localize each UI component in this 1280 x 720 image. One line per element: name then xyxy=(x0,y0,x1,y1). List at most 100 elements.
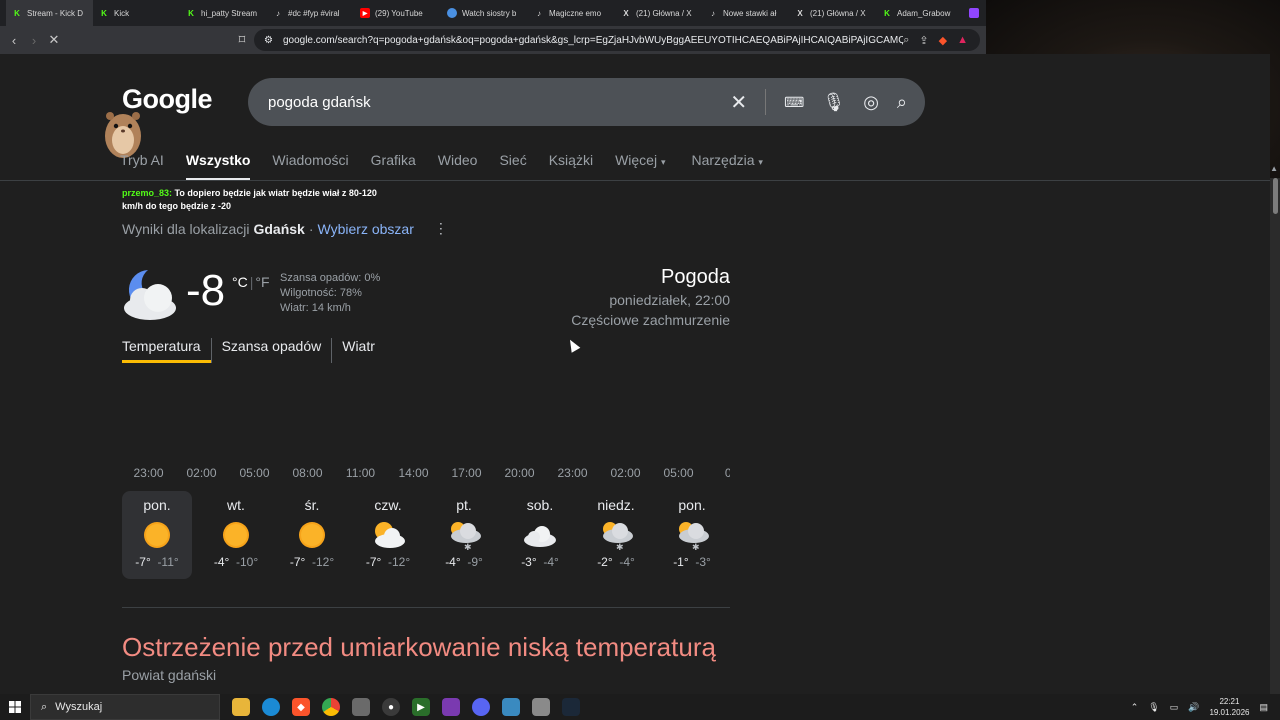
hour-label: 08:00 xyxy=(292,466,323,480)
browser-tab[interactable]: X (21) Główna / X xyxy=(789,0,876,26)
browser-tab[interactable]: Khi_patty Stream xyxy=(180,0,267,26)
chat-app-icon[interactable] xyxy=(442,698,460,716)
day-high: -2° xyxy=(597,555,613,569)
clock[interactable]: 22:21 19.01.2026 xyxy=(1209,696,1249,718)
app-icon[interactable] xyxy=(352,698,370,716)
tab-books[interactable]: Książki xyxy=(549,152,593,181)
day-forecast[interactable]: pon. -7° -11° xyxy=(122,491,192,579)
day-temps: -4° -9° xyxy=(445,555,483,569)
day-low: -12° xyxy=(311,555,335,569)
tab-wind[interactable]: Wiatr xyxy=(331,338,385,363)
tiktok-icon: ♪ xyxy=(276,8,280,18)
more-options-icon[interactable]: ⋮ xyxy=(434,220,448,237)
partly-cloudy-icon xyxy=(370,519,406,551)
browser-tab[interactable]: Watch siostry b xyxy=(441,0,528,26)
keyboard-icon[interactable]: ⌨ xyxy=(784,94,804,111)
steam-icon[interactable] xyxy=(562,698,580,716)
tab-all[interactable]: Wszystko xyxy=(185,152,251,181)
day-forecast[interactable]: pt. ✱ -4° -9° xyxy=(426,491,502,579)
browser-tab[interactable]: ♪ Magiczne emo xyxy=(528,0,615,26)
browser-tab-bar: K Stream - Kick D K Kick Khi_patty Stream … xyxy=(0,0,986,26)
weather-alert-title[interactable]: Ostrzeżenie przed umiarkowanie niską tem… xyxy=(122,632,716,663)
sun-icon xyxy=(139,519,175,551)
url-field[interactable]: ⚙ google.com/search?q=pogoda+gdańsk&oq=p… xyxy=(254,29,980,51)
tab-videos[interactable]: Wideo xyxy=(438,152,478,181)
unit-celsius[interactable]: °C xyxy=(232,274,248,290)
day-forecast[interactable]: śr. -7° -12° xyxy=(274,491,350,579)
browser-tab[interactable]: K Adam_Grabow xyxy=(876,0,963,26)
brave-shield-icon[interactable]: ◆ xyxy=(939,34,947,47)
tab-precipitation[interactable]: Szansa opadów xyxy=(210,338,332,363)
scroll-up-arrow-icon[interactable]: ▲ xyxy=(1270,164,1278,173)
day-temps: -7° -12° xyxy=(366,555,410,569)
day-forecast[interactable]: niedz. ✱ -2° -4° xyxy=(578,491,654,579)
wind-speed: Wiatr: 14 km/h xyxy=(280,302,351,314)
tab-images[interactable]: Grafika xyxy=(371,152,416,181)
brave-rewards-icon[interactable]: ▲ xyxy=(957,34,968,47)
hour-label: 11:00 xyxy=(345,466,376,480)
x-icon: X xyxy=(797,8,803,18)
file-explorer-icon[interactable] xyxy=(232,698,250,716)
chevron-up-icon[interactable]: ⌃ xyxy=(1131,702,1139,713)
forward-button[interactable]: › xyxy=(24,30,44,50)
day-high: -4° xyxy=(213,555,230,569)
stop-button[interactable]: ✕ xyxy=(44,30,64,50)
microphone-icon[interactable]: 🎙 xyxy=(822,92,845,113)
zoom-icon[interactable]: ⌕ xyxy=(903,34,909,47)
tab-temperature[interactable]: Temperatura xyxy=(122,338,211,363)
discord-icon[interactable] xyxy=(472,698,490,716)
shield-app-icon[interactable] xyxy=(532,698,550,716)
tab-more[interactable]: Więcej ▾ xyxy=(615,152,665,181)
network-icon[interactable]: ▭ xyxy=(1170,702,1179,713)
bookmark-icon[interactable]: ⌑ xyxy=(232,30,252,50)
day-forecast[interactable]: czw. -7° -12° xyxy=(350,491,426,579)
day-name: sob. xyxy=(526,497,554,513)
browser-tab[interactable]: ♪ Nowe stawki ał xyxy=(702,0,789,26)
page-scrollbar[interactable] xyxy=(1270,178,1280,694)
day-name: pt. xyxy=(456,497,472,513)
day-high: -1° xyxy=(673,555,689,569)
paint-icon[interactable] xyxy=(502,698,520,716)
browser-tab[interactable]: ♪ #dc #fyp #viral xyxy=(267,0,354,26)
taskbar-search[interactable]: ⌕ Wyszukaj xyxy=(30,694,220,720)
notifications-icon[interactable]: ▤ xyxy=(1259,702,1268,713)
browser-tab[interactable]: X (21) Główna / X xyxy=(615,0,702,26)
play-app-icon[interactable]: ▶ xyxy=(412,698,430,716)
volume-icon[interactable]: 🔊 xyxy=(1188,702,1199,713)
tab-web[interactable]: Sieć xyxy=(499,152,526,181)
search-divider xyxy=(765,89,767,115)
weather-header: Pogoda poniedziałek, 22:00 Częściowe zac… xyxy=(571,266,730,329)
search-icon[interactable]: ⌕ xyxy=(897,92,907,113)
microphone-icon[interactable]: 🎙 xyxy=(1148,702,1159,713)
unit-fahrenheit[interactable]: °F xyxy=(255,274,269,290)
chrome-icon[interactable] xyxy=(322,698,340,716)
browser-tab[interactable] xyxy=(963,0,983,26)
day-low: -4° xyxy=(543,555,559,569)
day-forecast[interactable]: sob. -3° -4° xyxy=(502,491,578,579)
weather-details: Szansa opadów: 0% Wilgotność: 78% Wiatr:… xyxy=(280,271,380,316)
scrollbar-thumb[interactable] xyxy=(1273,178,1278,214)
windows-start-icon[interactable] xyxy=(0,694,30,720)
lens-icon[interactable]: ◎ xyxy=(863,92,879,113)
tab-tools[interactable]: Narzędzia ▾ xyxy=(692,152,763,181)
day-forecast[interactable]: wt. -4° -10° xyxy=(198,491,274,579)
back-button[interactable]: ‹ xyxy=(4,30,24,50)
brave-icon[interactable]: ◆ xyxy=(292,698,310,716)
search-input[interactable]: pogoda gdańsk ✕ ⌨ 🎙 ◎ ⌕ xyxy=(248,78,925,126)
obs-icon[interactable]: ● xyxy=(382,698,400,716)
site-info-icon[interactable]: ⚙ xyxy=(264,35,273,46)
tab-ai-mode[interactable]: Tryb AI xyxy=(120,152,164,181)
browser-tab[interactable]: K Stream - Kick D xyxy=(6,0,93,26)
day-name: śr. xyxy=(304,497,320,513)
edge-icon[interactable] xyxy=(262,698,280,716)
taskbar-apps: ◆ ● ▶ xyxy=(232,698,580,716)
browser-tab[interactable]: ▶ (29) YouTube xyxy=(354,0,441,26)
share-icon[interactable]: ⇪ xyxy=(919,34,928,47)
day-forecast[interactable]: pon. ✱ -1° -3° xyxy=(654,491,730,579)
tab-news[interactable]: Wiadomości xyxy=(272,152,348,181)
browser-tab[interactable]: K Kick xyxy=(93,0,180,26)
clear-icon[interactable]: ✕ xyxy=(730,90,747,115)
weather-tabs: Temperatura Szansa opadów Wiatr xyxy=(122,338,385,363)
choose-area-link[interactable]: Wybierz obszar xyxy=(318,221,414,237)
hamster-sticker-icon xyxy=(105,112,141,158)
